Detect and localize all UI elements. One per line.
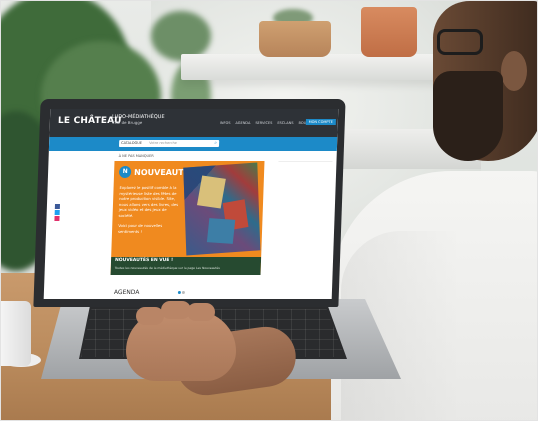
facebook-icon[interactable]	[54, 204, 60, 209]
brand-subtitle: Ville de Brugge	[111, 120, 143, 125]
banner-text: Explorez le positif comble à la mystérie…	[118, 185, 179, 218]
site-brand: LUDO-MÉDIATHÈQUE Ville de Brugge	[112, 114, 165, 126]
coffee-cup	[1, 301, 31, 366]
nav-item[interactable]: ESCLANS	[277, 121, 293, 125]
carousel-dot[interactable]	[181, 291, 185, 294]
agenda-heading: AGENDA	[113, 289, 140, 296]
banner-badge: N	[118, 166, 132, 178]
plant-pot	[361, 7, 417, 57]
catalogue-select[interactable]: CATALOGUE	[121, 141, 142, 145]
search-icon[interactable]: ⌕	[214, 140, 217, 146]
glasses	[437, 29, 483, 55]
media-cover	[206, 218, 236, 244]
banner-text-secondary: Voici pour de nouvelles sentiments !	[117, 223, 163, 234]
person-ear	[501, 51, 527, 91]
twitter-icon[interactable]	[54, 210, 60, 215]
photo-scene: LE CHÂTEAU LUDO-MÉDIATHÈQUE Ville de Bru…	[0, 0, 538, 421]
site-nav: INFOS AGENDA SERVICES ESCLANS BOUTIQUE	[220, 121, 317, 125]
site-header: LE CHÂTEAU LUDO-MÉDIATHÈQUE Ville de Bru…	[49, 109, 339, 137]
nav-item[interactable]: AGENDA	[235, 121, 250, 125]
plant-pot	[259, 21, 331, 57]
wall-shelf	[181, 54, 451, 80]
nav-item[interactable]: INFOS	[220, 121, 231, 125]
carousel-dots[interactable]	[177, 279, 187, 298]
instagram-icon[interactable]	[54, 216, 60, 221]
search-placeholder: Votre recherche	[149, 141, 177, 145]
account-button[interactable]: MON COMPTE	[305, 119, 336, 125]
social-bar	[54, 204, 60, 222]
section-label: À NE PAS MANQUER	[118, 154, 154, 158]
news-banner[interactable]: N NOUVEAUTÉS Explorez le positif comble …	[110, 161, 265, 275]
finger	[187, 303, 215, 321]
search-input[interactable]: CATALOGUE Votre recherche ⌕	[118, 140, 220, 147]
divider	[278, 161, 333, 162]
person-beard	[433, 71, 503, 161]
news-caption-bar: NOUVEAUTÉS EN VUE ! Toutes les nouveauté…	[110, 257, 262, 275]
laptop-screen: LE CHÂTEAU LUDO-MÉDIATHÈQUE Ville de Bru…	[43, 109, 339, 299]
news-caption-text: Toutes les nouveautés de la médiathèque …	[114, 266, 221, 270]
nav-item[interactable]: SERVICES	[255, 121, 272, 125]
news-caption-title: NOUVEAUTÉS EN VUE !	[114, 258, 174, 263]
finger	[136, 307, 164, 325]
carousel-dot[interactable]	[177, 291, 181, 294]
